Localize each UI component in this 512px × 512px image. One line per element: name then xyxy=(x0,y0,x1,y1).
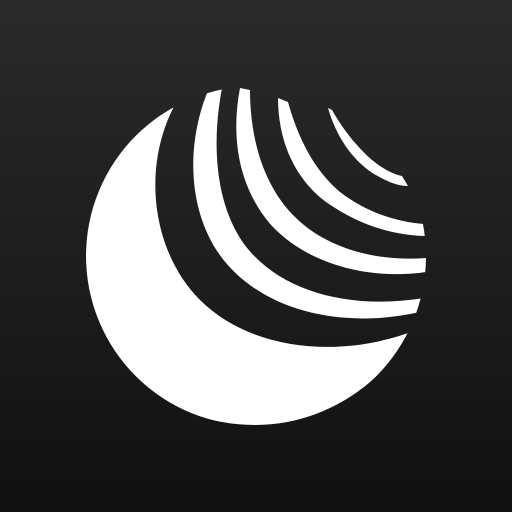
arc-stripe-3 xyxy=(278,98,426,236)
arc-stripe-4 xyxy=(328,108,408,186)
crescent-arcs-logo-icon xyxy=(86,86,426,425)
app-icon-tile xyxy=(0,0,512,512)
arc-stripe-1 xyxy=(193,86,424,319)
